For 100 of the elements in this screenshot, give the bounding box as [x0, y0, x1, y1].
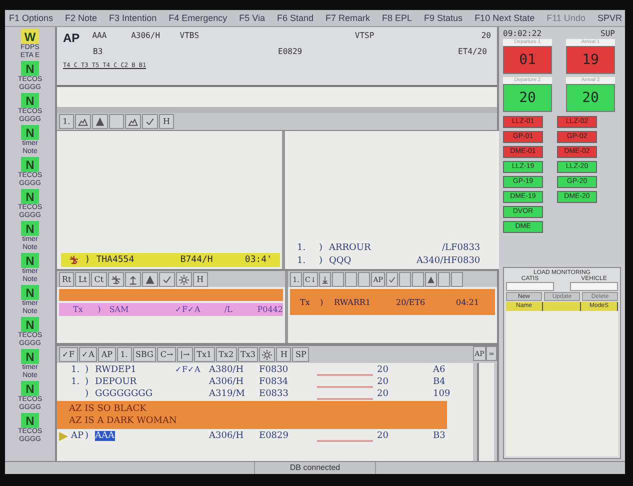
status-badge[interactable]: N	[21, 189, 39, 204]
menu-item[interactable]: F8 EPL	[382, 13, 412, 23]
input-field[interactable]	[57, 85, 497, 113]
toolbar-button[interactable]: C→	[157, 347, 176, 362]
toolbar-button[interactable]: 1.	[116, 347, 132, 362]
toolbar-button[interactable]: H	[276, 347, 292, 362]
status-badge[interactable]: N	[21, 317, 39, 332]
toolbar-button[interactable]: ✓A	[78, 347, 98, 362]
status-badge[interactable]: N	[21, 125, 39, 140]
menu-item[interactable]: F1 Options	[9, 13, 54, 23]
runway-status[interactable]: 20	[503, 84, 552, 112]
time-text: E0829	[258, 431, 290, 441]
callsign-text[interactable]: QQQ	[329, 256, 405, 266]
stand-text: B3	[433, 431, 446, 441]
toolbar-button[interactable]: Tx1	[194, 347, 215, 362]
sequence-number: AP	[71, 431, 85, 441]
arrow-up-icon	[128, 274, 138, 284]
runway-status[interactable]: 20	[566, 84, 615, 112]
status-badge[interactable]: N	[21, 253, 39, 268]
toolbar-button[interactable]	[358, 272, 370, 287]
remark-text: AZ IS A DARK WOMAN	[69, 415, 178, 427]
flight-strip[interactable]: Tx ) RWARR1 20/ET6 04:21	[290, 289, 495, 315]
header-stand: B3	[93, 47, 104, 56]
toolbar-button[interactable]: |→	[177, 347, 193, 362]
toolbar-button[interactable]	[386, 272, 398, 287]
toolbar-button[interactable]	[345, 272, 358, 287]
toolbar-button[interactable]	[92, 114, 108, 129]
status-badge[interactable]: N	[21, 157, 39, 172]
callsign-text[interactable]: ARROUR	[329, 242, 405, 252]
runway-text: 20	[376, 431, 390, 441]
toolbar-button[interactable]: SP	[292, 347, 310, 362]
toolbar-button[interactable]	[142, 272, 158, 287]
status-badge[interactable]: N	[21, 93, 39, 108]
input-field[interactable]	[506, 282, 554, 291]
sun-icon	[262, 350, 272, 360]
status-badge[interactable]: N	[21, 413, 39, 428]
callsign-text[interactable]: DEPOUR	[95, 377, 137, 387]
menu-item[interactable]: F5 Via	[239, 13, 265, 23]
callsign-text[interactable]: RWDEP1	[95, 365, 136, 375]
toolbar-button[interactable]	[438, 272, 450, 287]
time-text: F0834	[258, 377, 290, 387]
status-badge[interactable]: N	[21, 61, 39, 76]
toolbar-button[interactable]	[109, 114, 124, 129]
menu-item[interactable]: F4 Emergency	[168, 13, 228, 23]
toolbar-button[interactable]: H	[192, 272, 208, 287]
toolbar-button[interactable]: H	[159, 114, 174, 129]
toolbar-button[interactable]	[124, 272, 141, 287]
toolbar-button[interactable]	[158, 272, 175, 287]
toolbar-button[interactable]	[176, 272, 192, 287]
flight-strip[interactable]: ) THA4554 B744/H 03:4'	[61, 253, 280, 267]
toolbar-button[interactable]	[412, 272, 424, 287]
toolbar-button[interactable]	[451, 272, 463, 287]
menu-item[interactable]: F9 Status	[424, 13, 463, 23]
toolbar-button[interactable]	[108, 272, 124, 287]
sequence-number: 1.	[71, 377, 81, 387]
status-badge[interactable]: N	[21, 381, 39, 396]
status-badge[interactable]: W	[21, 29, 39, 44]
toolbar-button[interactable]: Tx2	[216, 347, 237, 362]
toolbar-button[interactable]: Ct	[91, 272, 107, 287]
status-badge[interactable]: N	[21, 221, 39, 236]
menu-item[interactable]: F7 Remark	[326, 13, 370, 23]
menu-item[interactable]: F10 Next State	[474, 13, 535, 23]
toolbar-button[interactable]: Rt	[59, 272, 74, 287]
input-field[interactable]	[570, 282, 618, 291]
toolbar-button[interactable]: Tx3	[238, 347, 258, 362]
status-badge[interactable]: N	[21, 349, 39, 364]
aircraft-type: A306/H	[209, 377, 245, 387]
menu-item[interactable]: F3 Intention	[109, 13, 157, 23]
status-badge[interactable]: N	[21, 285, 39, 300]
callsign-text[interactable]: AAA	[95, 431, 114, 441]
toolbar-button[interactable]: ✓F	[59, 347, 78, 362]
row-mark: )	[85, 365, 90, 375]
toolbar-button[interactable]: 1.	[59, 114, 74, 129]
status-text: DB connected	[254, 462, 376, 474]
flight-level: F0830	[451, 256, 482, 266]
toolbar-button[interactable]	[332, 272, 344, 287]
toolbar-button[interactable]	[259, 347, 276, 362]
toolbar-button[interactable]: AP	[98, 347, 116, 362]
header-callsign: AAA	[92, 31, 108, 40]
toolbar-button[interactable]	[425, 272, 437, 287]
triangle-icon	[95, 116, 105, 126]
runway-status[interactable]: 19	[566, 46, 615, 74]
toolbar-button[interactable]: Lt	[75, 272, 90, 287]
toolbar-button[interactable]	[319, 272, 332, 287]
arrow-down-icon	[321, 276, 330, 284]
toolbar-button[interactable]	[399, 272, 411, 287]
callsign-text[interactable]: GGGGGGGG	[95, 389, 153, 399]
toolbar-button[interactable]: SBG	[132, 347, 156, 362]
flight-strip[interactable]: Tx ) SAM ✓F✓A /L P0442	[59, 303, 283, 316]
header-type: A306/H	[131, 31, 162, 40]
toolbar-button[interactable]	[75, 114, 91, 129]
menu-item[interactable]: F2 Note	[65, 13, 98, 23]
runway-status[interactable]: 01	[503, 46, 552, 74]
aircraft-type: /L	[440, 242, 451, 252]
sun-icon	[178, 274, 189, 284]
toolbar-button[interactable]	[125, 114, 141, 129]
aircraft-type: A306/H	[209, 431, 245, 441]
menu-item[interactable]: F6 Stand	[276, 13, 314, 23]
toolbar-button[interactable]	[142, 114, 158, 129]
menu-item[interactable]: SPVR	[597, 13, 622, 23]
